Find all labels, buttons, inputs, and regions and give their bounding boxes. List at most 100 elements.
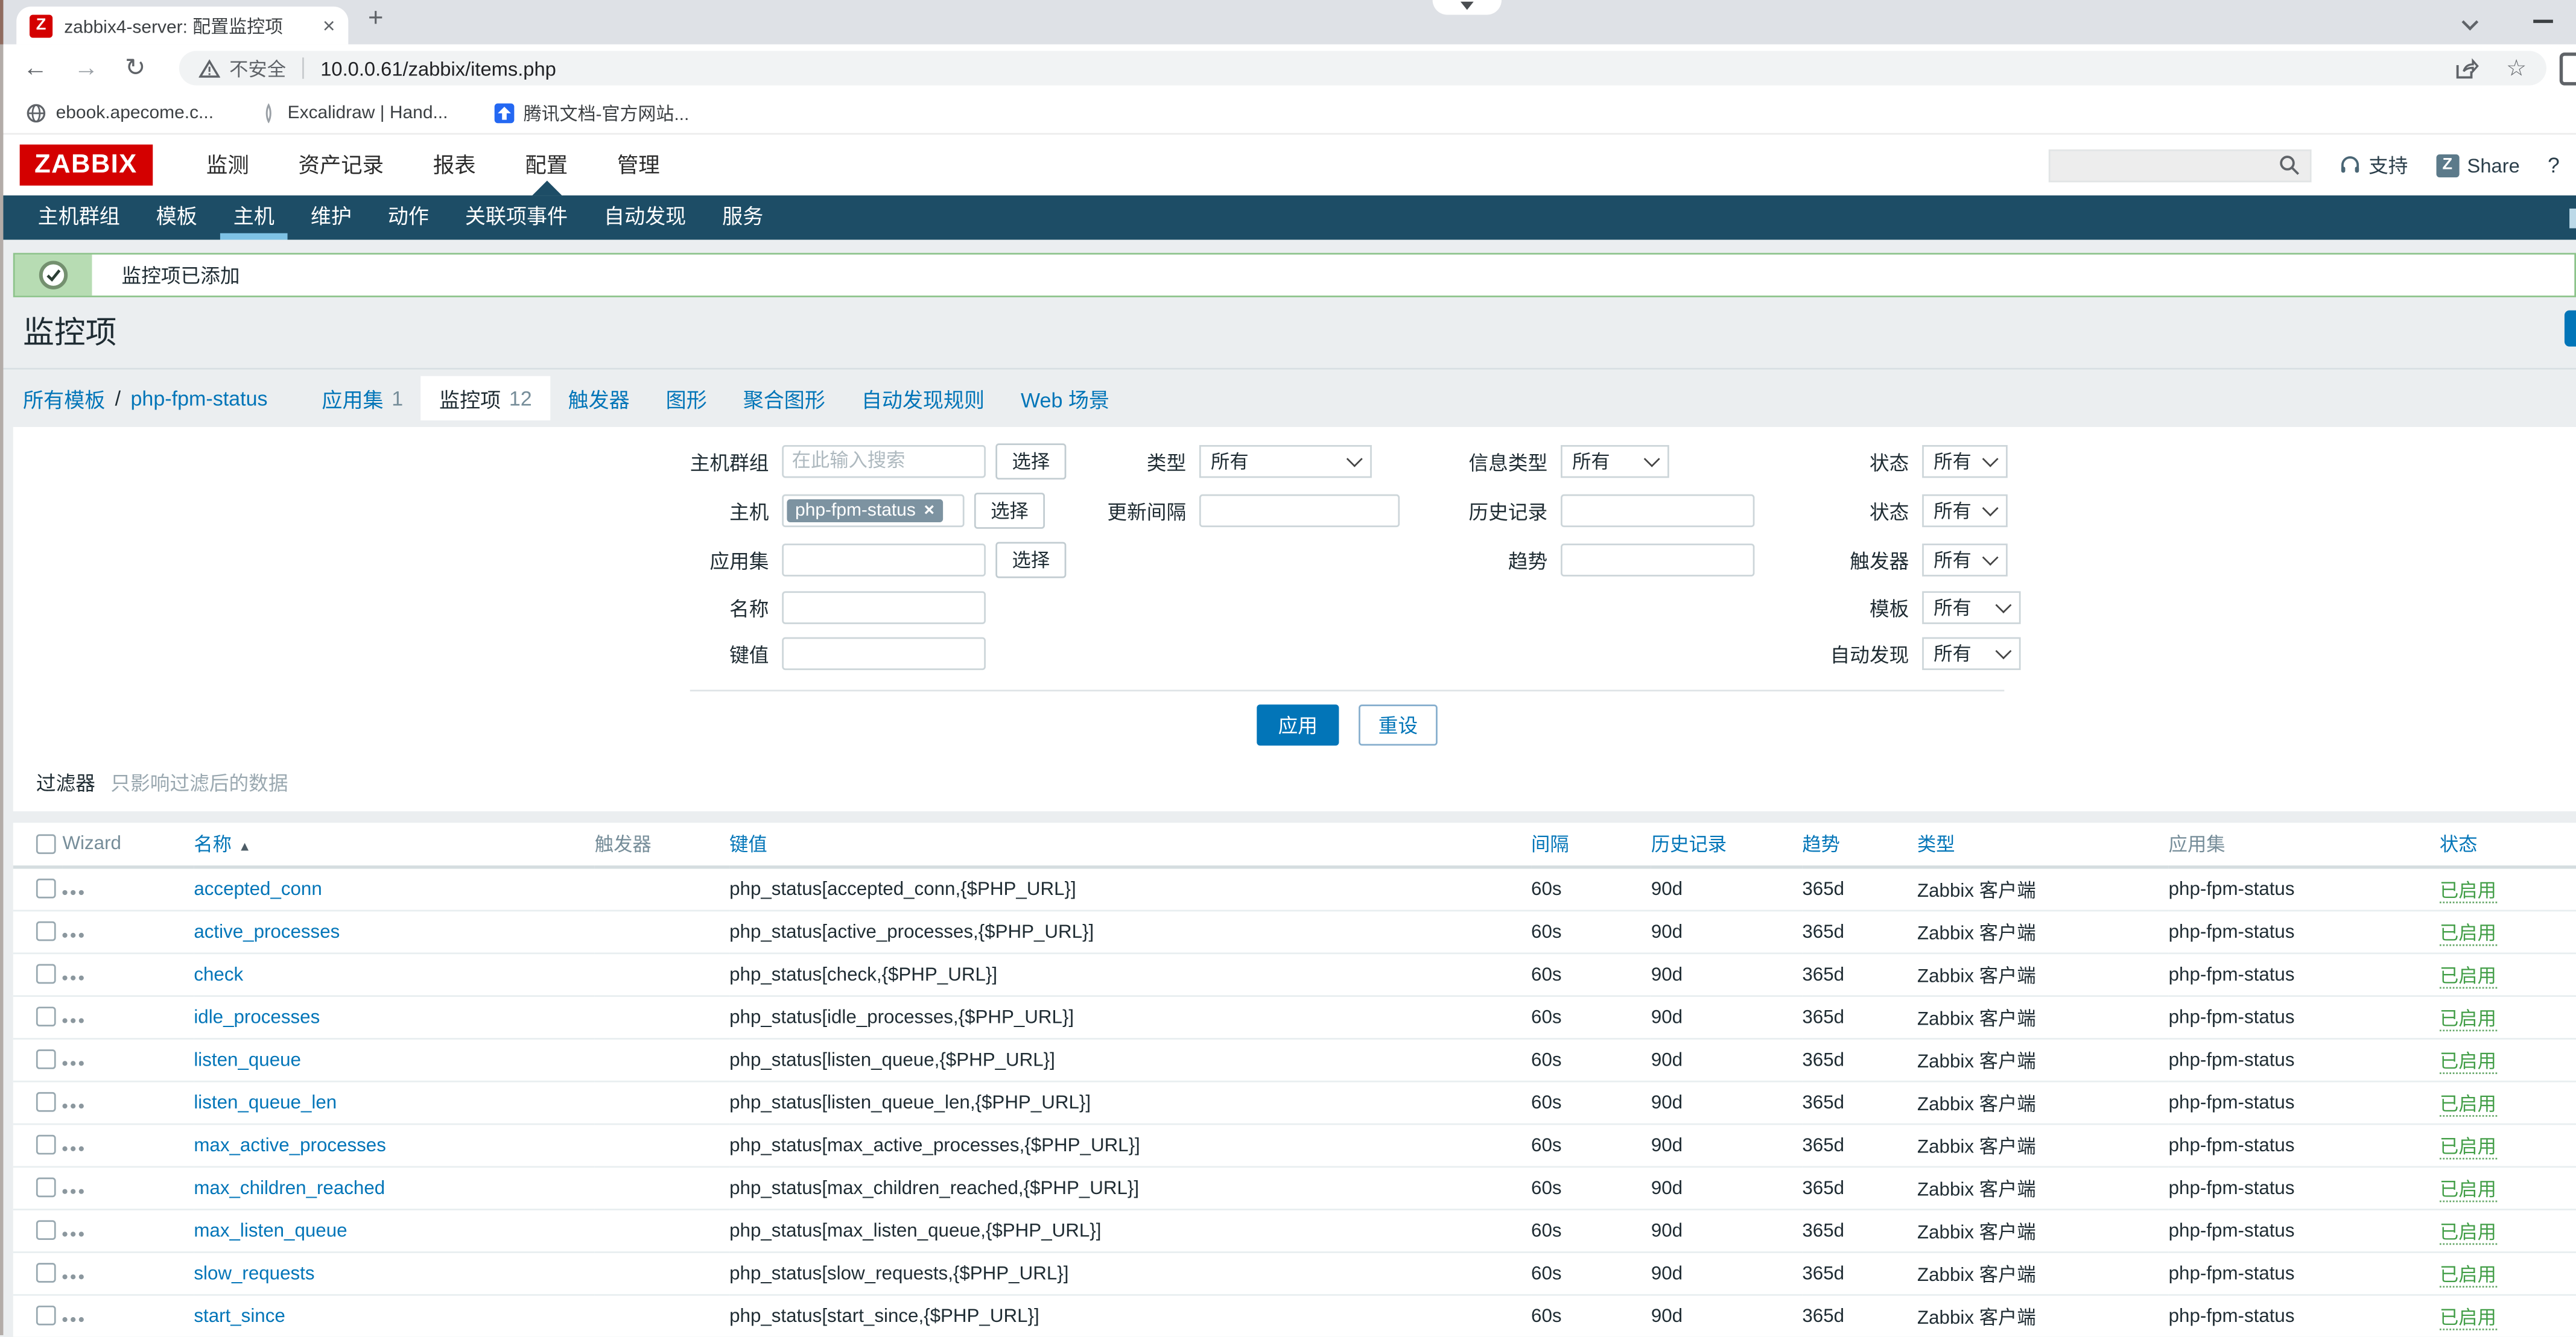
- url-text[interactable]: 10.0.0.61/zabbix/items.php: [320, 57, 556, 80]
- trends-input[interactable]: [1561, 543, 1754, 576]
- header-interval[interactable]: 间隔: [1531, 823, 1651, 867]
- bookmark-item[interactable]: Excalidraw | Hand...: [259, 103, 448, 122]
- apply-button[interactable]: 应用: [1257, 704, 1339, 745]
- breadcrumb-tab[interactable]: 监控项12: [421, 376, 550, 421]
- browser-tab[interactable]: Z zabbix4-server: 配置监控项 ×: [16, 7, 348, 45]
- status-enabled-link[interactable]: 已启用: [2440, 1222, 2496, 1244]
- status-enabled-link[interactable]: 已启用: [2440, 1095, 2496, 1116]
- status-enabled-link[interactable]: 已启用: [2440, 1265, 2496, 1286]
- reload-icon[interactable]: ↻: [125, 56, 145, 81]
- share-link[interactable]: Z Share: [2436, 154, 2520, 177]
- create-item-button[interactable]: [2565, 311, 2576, 347]
- subnav-item[interactable]: 主机群组: [20, 195, 138, 240]
- application-input[interactable]: [782, 543, 986, 576]
- security-label[interactable]: 不安全: [229, 55, 286, 81]
- item-name-link[interactable]: start_since: [194, 1306, 285, 1326]
- header-key[interactable]: 键值: [729, 823, 1531, 867]
- remove-host-chip-icon[interactable]: ×: [924, 501, 934, 521]
- hostgroup-input[interactable]: [782, 445, 986, 478]
- row-checkbox[interactable]: [36, 1093, 56, 1113]
- triggers-select[interactable]: 所有: [1922, 543, 2008, 576]
- filter-tab-label[interactable]: 过滤器: [36, 772, 95, 795]
- row-checkbox[interactable]: [36, 1050, 56, 1070]
- media-pill[interactable]: [1433, 0, 1502, 15]
- item-name-link[interactable]: max_active_processes: [194, 1136, 386, 1155]
- extension-icon[interactable]: [2560, 52, 2576, 84]
- main-nav-item[interactable]: 资产记录: [274, 134, 408, 195]
- tab-search-chevron-icon[interactable]: [2463, 13, 2478, 28]
- subnav-item[interactable]: 维护: [293, 195, 370, 240]
- help-link[interactable]: ?: [2548, 153, 2560, 177]
- back-icon[interactable]: ←: [23, 56, 48, 81]
- item-name-link[interactable]: listen_queue: [194, 1050, 301, 1070]
- item-name-link[interactable]: max_children_reached: [194, 1178, 385, 1198]
- item-name-link[interactable]: active_processes: [194, 922, 340, 942]
- row-checkbox[interactable]: [36, 1008, 56, 1028]
- name-input[interactable]: [782, 591, 986, 624]
- hostgroup-select-button[interactable]: 选择: [995, 443, 1066, 479]
- wizard-dots-icon[interactable]: [62, 975, 83, 979]
- status-enabled-link[interactable]: 已启用: [2440, 1009, 2496, 1030]
- info-type-select[interactable]: 所有: [1561, 445, 1669, 478]
- wizard-dots-icon[interactable]: [62, 890, 83, 894]
- share-icon[interactable]: [2455, 57, 2480, 80]
- row-checkbox[interactable]: [36, 1263, 56, 1283]
- status-enabled-link[interactable]: 已启用: [2440, 924, 2496, 945]
- support-link[interactable]: 支持: [2339, 151, 2408, 179]
- minimize-window-icon[interactable]: [2533, 20, 2553, 23]
- subnav-item[interactable]: 关联项事件: [447, 195, 586, 240]
- host-input[interactable]: php-fpm-status×: [782, 495, 964, 527]
- wizard-dots-icon[interactable]: [62, 1231, 83, 1236]
- status-enabled-link[interactable]: 已启用: [2440, 1308, 2496, 1329]
- item-name-link[interactable]: check: [194, 965, 243, 985]
- application-select-button[interactable]: 选择: [995, 542, 1066, 578]
- status-enabled-link[interactable]: 已启用: [2440, 1052, 2496, 1073]
- subnav-item[interactable]: 动作: [370, 195, 447, 240]
- wizard-dots-icon[interactable]: [62, 1017, 83, 1022]
- new-tab-button[interactable]: +: [368, 5, 383, 34]
- reset-button[interactable]: 重设: [1359, 704, 1438, 745]
- subnav-item[interactable]: 服务: [704, 195, 781, 240]
- row-checkbox[interactable]: [36, 965, 56, 985]
- template-select[interactable]: 所有: [1922, 591, 2020, 624]
- main-nav-item[interactable]: 报表: [408, 134, 501, 195]
- wizard-dots-icon[interactable]: [62, 1316, 83, 1321]
- breadcrumb-tab[interactable]: 聚合图形: [725, 376, 843, 421]
- status-select[interactable]: 所有: [1922, 445, 2008, 478]
- header-type[interactable]: 类型: [1917, 823, 2169, 867]
- breadcrumb-tab[interactable]: 应用集1: [303, 376, 421, 421]
- item-name-link[interactable]: accepted_conn: [194, 879, 322, 899]
- breadcrumb-tab[interactable]: 自动发现规则: [843, 376, 1003, 421]
- header-status[interactable]: 状态: [2440, 823, 2576, 867]
- history-input[interactable]: [1561, 495, 1754, 527]
- row-checkbox[interactable]: [36, 1136, 56, 1155]
- type-select[interactable]: 所有: [1199, 445, 1372, 478]
- breadcrumb-template[interactable]: php-fpm-status: [130, 387, 267, 409]
- bookmark-item[interactable]: 腾讯文档-官方网站...: [494, 100, 690, 126]
- host-select-button[interactable]: 选择: [974, 493, 1045, 529]
- header-search-input[interactable]: [2048, 148, 2311, 181]
- forward-icon[interactable]: →: [74, 56, 99, 81]
- main-nav-item[interactable]: 管理: [592, 134, 685, 195]
- subnav-item[interactable]: 模板: [138, 195, 215, 240]
- breadcrumb-tab[interactable]: 触发器: [550, 376, 648, 421]
- state-select[interactable]: 所有: [1922, 495, 2008, 527]
- header-trends[interactable]: 趋势: [1802, 823, 1917, 867]
- main-nav-item[interactable]: 配置: [501, 134, 593, 195]
- breadcrumb-tab[interactable]: 图形: [648, 376, 725, 421]
- item-name-link[interactable]: idle_processes: [194, 1008, 320, 1028]
- row-checkbox[interactable]: [36, 1221, 56, 1241]
- wizard-dots-icon[interactable]: [62, 1188, 83, 1193]
- subnav-item[interactable]: 主机: [215, 195, 293, 240]
- bookmark-item[interactable]: ebook.apecome.c...: [27, 103, 214, 122]
- status-enabled-link[interactable]: 已启用: [2440, 1180, 2496, 1201]
- status-enabled-link[interactable]: 已启用: [2440, 881, 2496, 902]
- row-checkbox[interactable]: [36, 1178, 56, 1198]
- status-enabled-link[interactable]: 已启用: [2440, 967, 2496, 988]
- bookmark-star-icon[interactable]: ☆: [2506, 54, 2527, 82]
- breadcrumb-all-templates[interactable]: 所有模板: [23, 383, 105, 414]
- item-name-link[interactable]: max_listen_queue: [194, 1221, 347, 1241]
- item-name-link[interactable]: listen_queue_len: [194, 1093, 337, 1113]
- key-input[interactable]: [782, 637, 986, 670]
- row-checkbox[interactable]: [36, 1306, 56, 1326]
